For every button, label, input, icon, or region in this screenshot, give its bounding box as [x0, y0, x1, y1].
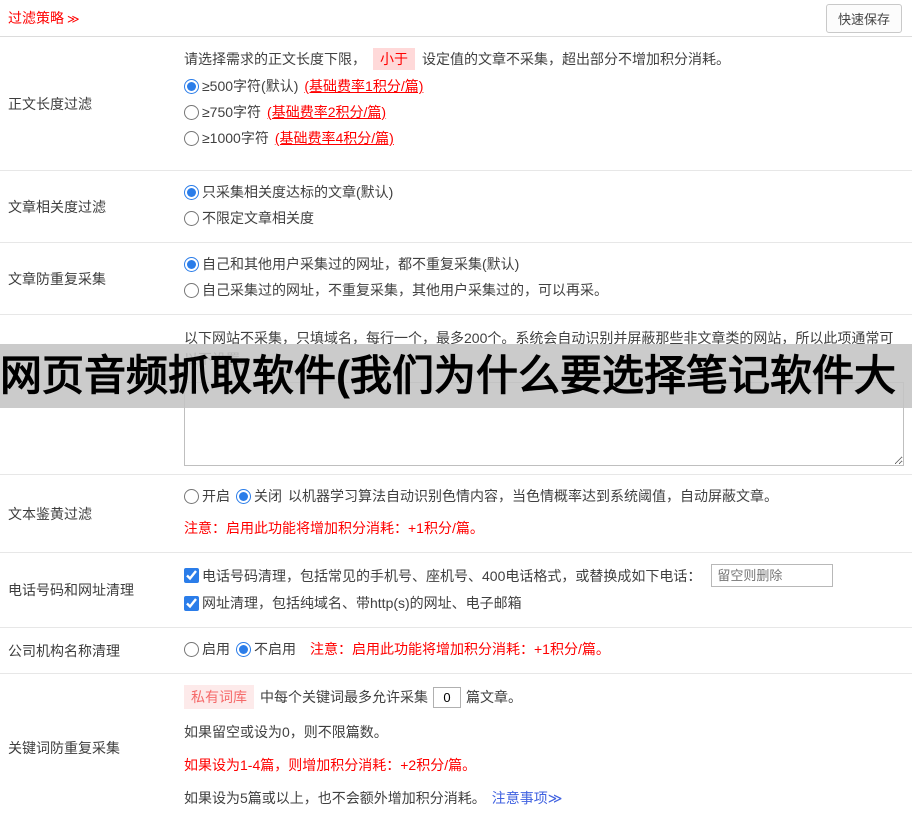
- length-option-750-note: (基础费率2积分/篇): [267, 104, 387, 120]
- row-relevance-filter: 文章相关度过滤 只采集相关度达标的文章(默认) 不限定文章相关度: [0, 171, 912, 243]
- length-option-750[interactable]: ≥750字符: [184, 102, 261, 122]
- relevance-filter-label: 文章相关度过滤: [8, 198, 106, 215]
- row-phone-url-clean: 电话号码和网址清理 电话号码清理，包括常见的手机号、座机号、400电话格式，或替…: [0, 553, 912, 628]
- url-clean-text: 网址清理，包括纯域名、带http(s)的网址、电子邮箱: [202, 595, 522, 611]
- length-option-750-text: ≥750字符: [202, 104, 262, 120]
- title-expand-icon: ≫: [67, 12, 80, 26]
- dedupe-option-self-text: 自己采集过的网址，不重复采集，其他用户采集过的，可以再采。: [202, 282, 608, 298]
- length-option-1000-text: ≥1000字符: [202, 130, 269, 146]
- porn-option-off-radio[interactable]: [236, 488, 251, 504]
- page-title: 过滤策略: [8, 10, 64, 26]
- relevance-option-strict[interactable]: 只采集相关度达标的文章(默认): [184, 182, 393, 202]
- phone-replacement-input[interactable]: [711, 564, 834, 587]
- porn-option-off[interactable]: 关闭: [236, 486, 282, 506]
- keyword-line1-mid: 中每个关键词最多允许采集: [260, 689, 428, 705]
- relevance-option-strict-text: 只采集相关度达标的文章(默认): [202, 184, 394, 200]
- filter-strategy-page: 过滤策略 ≫ 快速保存 正文长度过滤 请选择需求的正文长度下限， 小于 设定值的文…: [0, 0, 912, 822]
- intro-highlight: 小于: [373, 48, 415, 70]
- length-option-500-note: (基础费率1积分/篇): [304, 78, 424, 94]
- length-filter-content: 请选择需求的正文长度下限， 小于 设定值的文章不采集，超出部分不增加积分消耗。 …: [178, 37, 912, 170]
- private-lexicon-link[interactable]: 私有词库: [184, 685, 254, 709]
- quick-save-button[interactable]: 快速保存: [825, 3, 902, 33]
- overlay-banner-text: 网页音频抓取软件(我们为什么要选择笔记软件大: [0, 352, 896, 399]
- page-header: 过滤策略 ≫ 快速保存: [0, 0, 912, 37]
- length-option-500-radio[interactable]: [184, 78, 199, 94]
- porn-option-on[interactable]: 开启: [184, 486, 230, 506]
- company-option-on-radio[interactable]: [184, 641, 199, 657]
- length-option-1000-note: (基础费率4积分/篇): [274, 130, 394, 146]
- porn-filter-label: 文本鉴黄过滤: [8, 505, 92, 522]
- porn-option-off-text: 关闭: [254, 488, 282, 504]
- length-option-500[interactable]: ≥500字符(默认): [184, 76, 298, 96]
- length-option-750-radio[interactable]: [184, 104, 199, 120]
- dedupe-filter-label: 文章防重复采集: [8, 270, 106, 287]
- keyword-line2: 如果留空或设为0，则不限篇数。: [184, 724, 388, 740]
- dedupe-option-self-radio[interactable]: [184, 282, 199, 298]
- phone-url-clean-label: 电话号码和网址清理: [8, 582, 134, 598]
- row-porn-filter: 文本鉴黄过滤 开启 关闭 以机器学习算法自动识别色情内容，当色情概率达到系统阈值…: [0, 475, 912, 553]
- length-option-1000-radio[interactable]: [184, 130, 199, 146]
- relevance-option-strict-radio[interactable]: [184, 184, 199, 200]
- notes-link[interactable]: 注意事项≫: [492, 788, 563, 808]
- keyword-line1-end: 篇文章。: [466, 689, 522, 705]
- row-keyword-dedupe: 关键词防重复采集 私有词库 中每个关键词最多允许采集 篇文章。 如果留空或设为0…: [0, 674, 912, 822]
- company-option-off-radio[interactable]: [236, 641, 251, 657]
- length-filter-label: 正文长度过滤: [8, 95, 92, 112]
- porn-option-on-text: 开启: [202, 488, 230, 504]
- length-option-500-text: ≥500字符(默认): [202, 78, 299, 94]
- keyword-dedupe-label: 关键词防重复采集: [8, 740, 120, 756]
- relevance-option-any[interactable]: 不限定文章相关度: [184, 208, 314, 228]
- company-option-off[interactable]: 不启用: [236, 639, 296, 659]
- phone-clean-checkbox[interactable]: [184, 568, 199, 583]
- company-option-on-text: 启用: [202, 641, 230, 657]
- url-clean-checkbox[interactable]: [184, 595, 199, 611]
- relevance-option-any-radio[interactable]: [184, 210, 199, 226]
- dedupe-option-self[interactable]: 自己采集过的网址，不重复采集，其他用户采集过的，可以再采。: [184, 280, 608, 300]
- keyword-line4: 如果设为5篇或以上，也不会额外增加积分消耗。: [184, 790, 486, 806]
- company-option-on[interactable]: 启用: [184, 639, 230, 659]
- relevance-option-any-text: 不限定文章相关度: [202, 210, 314, 226]
- company-option-off-text: 不启用: [254, 641, 296, 657]
- length-option-1000[interactable]: ≥1000字符: [184, 128, 269, 148]
- url-clean-option[interactable]: 网址清理，包括纯域名、带http(s)的网址、电子邮箱: [184, 593, 522, 613]
- row-length-filter: 正文长度过滤 请选择需求的正文长度下限， 小于 设定值的文章不采集，超出部分不增…: [0, 37, 912, 171]
- row-dedupe-filter: 文章防重复采集 自己和其他用户采集过的网址，都不重复采集(默认) 自己采集过的网…: [0, 243, 912, 315]
- length-filter-intro: 请选择需求的正文长度下限， 小于 设定值的文章不采集，超出部分不增加积分消耗。: [184, 48, 902, 70]
- porn-option-on-radio[interactable]: [184, 488, 199, 504]
- phone-clean-option[interactable]: 电话号码清理，包括常见的手机号、座机号、400电话格式，或替换成如下电话：: [184, 566, 701, 586]
- porn-filter-description: 以机器学习算法自动识别色情内容，当色情概率达到系统阈值，自动屏蔽文章。: [288, 488, 778, 504]
- intro-post: 设定值的文章不采集，超出部分不增加积分消耗。: [422, 51, 730, 67]
- dedupe-option-global-text: 自己和其他用户采集过的网址，都不重复采集(默认): [202, 256, 520, 272]
- company-clean-note: 注意：启用此功能将增加积分消耗：+1积分/篇。: [310, 641, 610, 657]
- dedupe-option-global-radio[interactable]: [184, 256, 199, 272]
- row-company-clean: 公司机构名称清理 启用 不启用 注意：启用此功能将增加积分消耗：+1积分/篇。: [0, 628, 912, 674]
- keyword-count-input[interactable]: [433, 686, 461, 708]
- page-title-wrap[interactable]: 过滤策略 ≫: [8, 8, 80, 28]
- dedupe-option-global[interactable]: 自己和其他用户采集过的网址，都不重复采集(默认): [184, 254, 519, 274]
- phone-clean-text: 电话号码清理，包括常见的手机号、座机号、400电话格式，或替换成如下电话：: [202, 567, 702, 584]
- company-clean-label: 公司机构名称清理: [8, 642, 120, 659]
- porn-filter-note: 注意：启用此功能将增加积分消耗：+1积分/篇。: [184, 520, 484, 536]
- intro-pre: 请选择需求的正文长度下限，: [184, 51, 366, 67]
- overlay-banner: 网页音频抓取软件(我们为什么要选择笔记软件大: [0, 344, 912, 408]
- keyword-line3: 如果设为1-4篇，则增加积分消耗：+2积分/篇。: [184, 757, 477, 773]
